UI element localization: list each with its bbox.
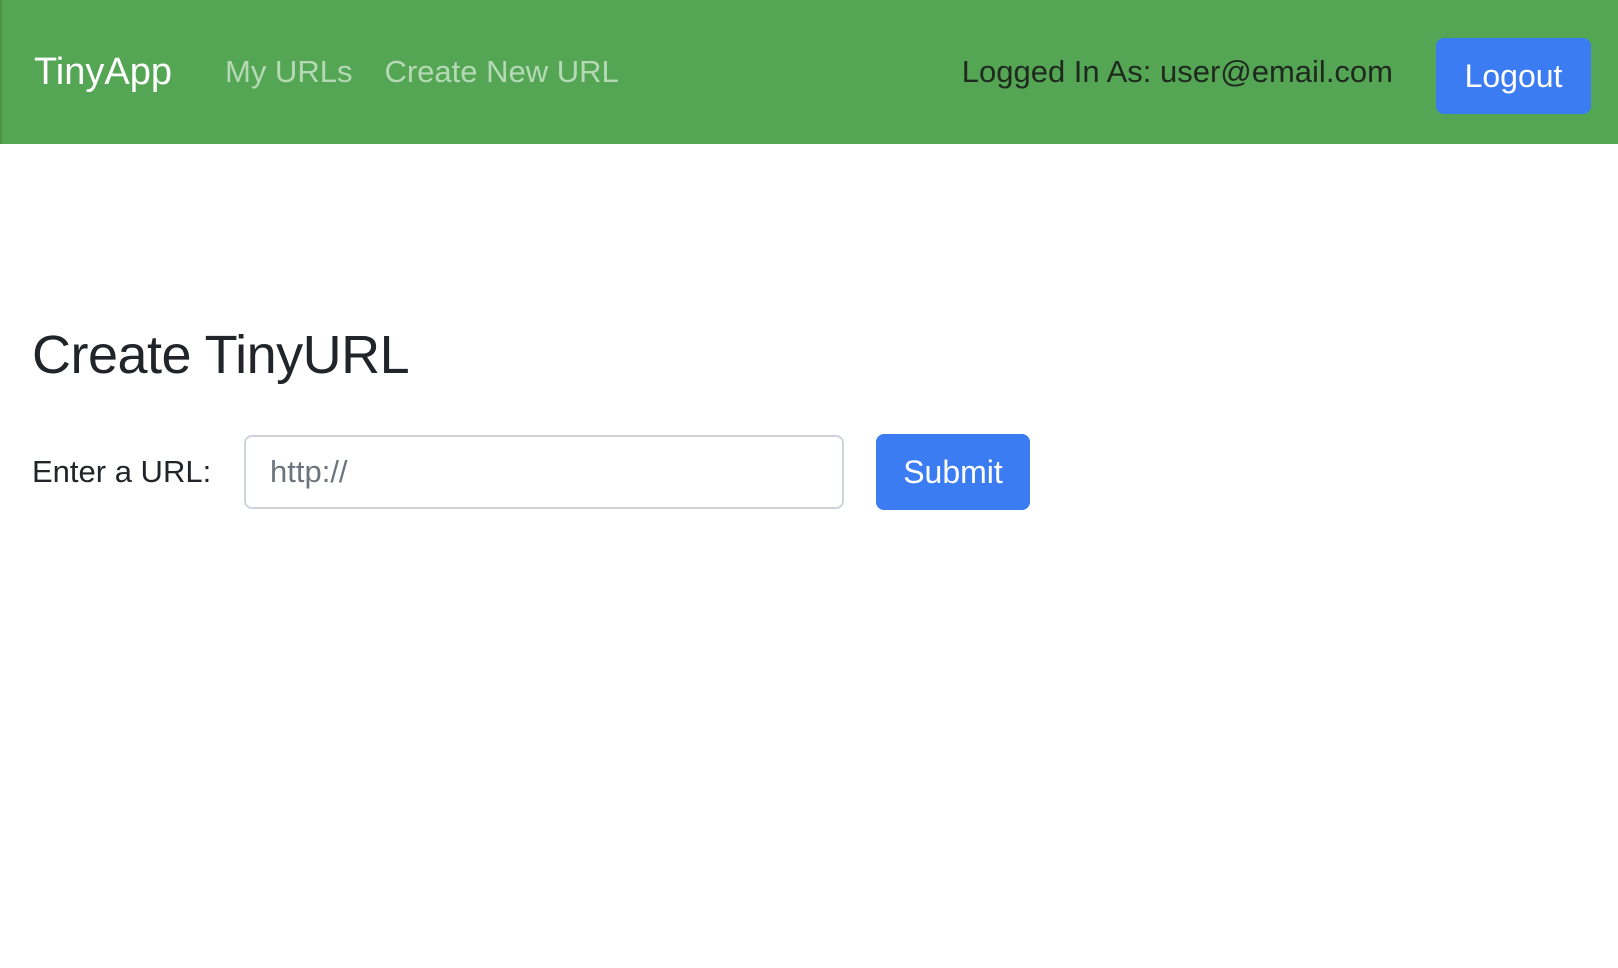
navbar: TinyApp My URLs Create New URL Logged In… xyxy=(0,0,1618,144)
nav-links: My URLs Create New URL xyxy=(225,50,619,94)
url-input[interactable] xyxy=(244,435,844,509)
logout-button[interactable]: Logout xyxy=(1436,38,1591,114)
url-label: Enter a URL: xyxy=(32,454,212,489)
login-status: Logged In As: user@email.com xyxy=(961,54,1393,89)
page-title: Create TinyURL xyxy=(32,325,410,385)
nav-link-create-new-url[interactable]: Create New URL xyxy=(384,50,618,94)
nav-link-my-urls[interactable]: My URLs xyxy=(225,50,352,94)
submit-button[interactable]: Submit xyxy=(876,434,1030,510)
brand-link[interactable]: TinyApp xyxy=(34,46,172,98)
